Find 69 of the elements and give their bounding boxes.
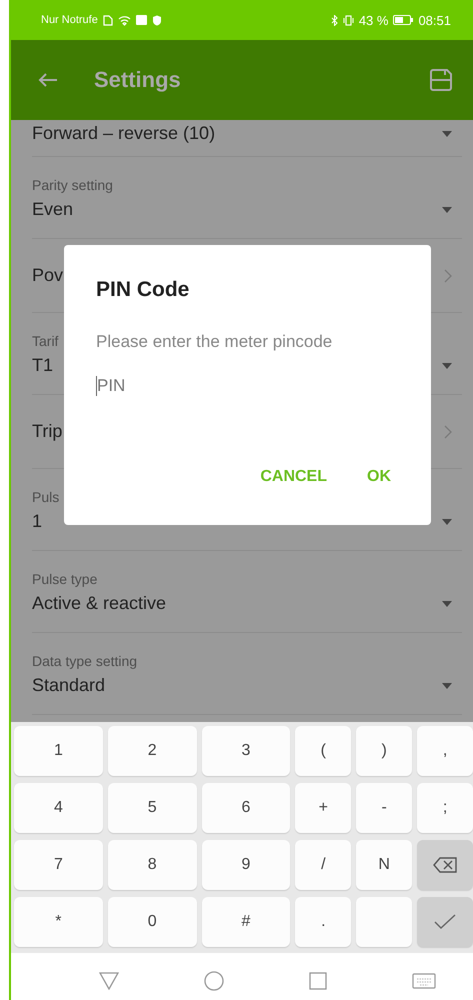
setting-value: Standard xyxy=(32,675,106,696)
chevron-right-icon xyxy=(444,424,452,438)
setting-value: Pov xyxy=(32,265,64,286)
keyboard-key[interactable]: * xyxy=(14,897,103,947)
keyboard-key[interactable]: N xyxy=(356,840,412,890)
save-icon[interactable] xyxy=(429,68,453,92)
backspace-key[interactable] xyxy=(417,840,473,890)
dialog-message: Please enter the meter pincode xyxy=(96,332,334,352)
keyboard-key[interactable]: ( xyxy=(295,726,352,776)
shield-icon xyxy=(152,14,162,26)
clock-time: 08:51 xyxy=(418,12,451,28)
setting-value: 1 xyxy=(32,511,42,532)
keyboard-key[interactable]: ; xyxy=(417,783,473,833)
keyboard-key[interactable]: 3 xyxy=(202,726,290,776)
keyboard-key[interactable]: 0 xyxy=(108,897,197,947)
battery-percent: 43 % xyxy=(358,12,388,28)
setting-value: Active & reactive xyxy=(32,593,166,614)
setting-value: Trip xyxy=(32,421,62,442)
keyboard-key[interactable]: 2 xyxy=(108,726,197,776)
keyboard-key[interactable]: , xyxy=(417,726,473,776)
keyboard-key[interactable]: 7 xyxy=(14,840,103,890)
setting-label: Tarif xyxy=(32,333,58,349)
carrier-text: Nur Notrufe xyxy=(41,14,98,26)
keyboard-key[interactable]: 9 xyxy=(202,840,290,890)
keyboard-key[interactable]: 6 xyxy=(202,783,290,833)
setting-value: Even xyxy=(32,199,74,220)
vibrate-icon xyxy=(342,14,354,26)
image-icon xyxy=(136,15,147,25)
dropdown-caret-icon xyxy=(442,362,452,368)
recents-square-icon[interactable] xyxy=(308,972,326,990)
keyboard-key[interactable]: + xyxy=(295,783,352,833)
dialog-title: PIN Code xyxy=(96,278,190,302)
dropdown-caret-icon xyxy=(442,518,452,524)
setting-dropdown[interactable]: Data type setting Standard xyxy=(32,633,462,715)
setting-value: Forward – reverse (10) xyxy=(32,123,216,144)
screen-title: Settings xyxy=(94,67,182,93)
dropdown-caret-icon xyxy=(442,682,452,688)
keyboard-key[interactable]: 1 xyxy=(14,726,103,776)
dropdown-caret-icon xyxy=(442,600,452,606)
keyboard-key[interactable]: ) xyxy=(356,726,412,776)
keyboard-key[interactable]: 5 xyxy=(108,783,197,833)
setting-dropdown[interactable]: Forward – reverse (10) xyxy=(32,120,462,157)
setting-label: Pulse type xyxy=(32,571,98,587)
pin-input-field[interactable]: PIN xyxy=(96,376,297,396)
backspace-icon xyxy=(433,857,458,873)
dropdown-caret-icon xyxy=(442,130,452,136)
sim-icon xyxy=(102,14,113,26)
back-triangle-icon[interactable] xyxy=(98,972,118,990)
dropdown-caret-icon xyxy=(442,206,452,212)
setting-dropdown[interactable]: Parity setting Even xyxy=(32,157,462,239)
checkmark-icon xyxy=(434,914,456,930)
setting-dropdown[interactable]: Pulse type Active & reactive xyxy=(32,551,462,633)
keyboard-key[interactable]: . xyxy=(295,897,352,947)
back-arrow-icon[interactable] xyxy=(38,72,58,88)
setting-label: Data type setting xyxy=(32,653,138,669)
keyboard-key[interactable]: - xyxy=(356,783,412,833)
setting-value: T1 xyxy=(32,355,54,376)
setting-label: Parity setting xyxy=(32,177,113,193)
keyboard-key[interactable]: / xyxy=(295,840,352,890)
keyboard-key[interactable]: # xyxy=(202,897,290,947)
setting-label: Puls xyxy=(32,489,60,505)
keyboard-key[interactable]: 8 xyxy=(108,840,197,890)
wifi-icon xyxy=(118,14,131,26)
keyboard-icon[interactable] xyxy=(412,973,436,989)
bluetooth-icon xyxy=(330,14,338,26)
home-circle-icon[interactable] xyxy=(204,971,224,991)
chevron-right-icon xyxy=(444,268,452,282)
keyboard-key[interactable]: 4 xyxy=(14,783,103,833)
battery-icon xyxy=(393,15,414,25)
